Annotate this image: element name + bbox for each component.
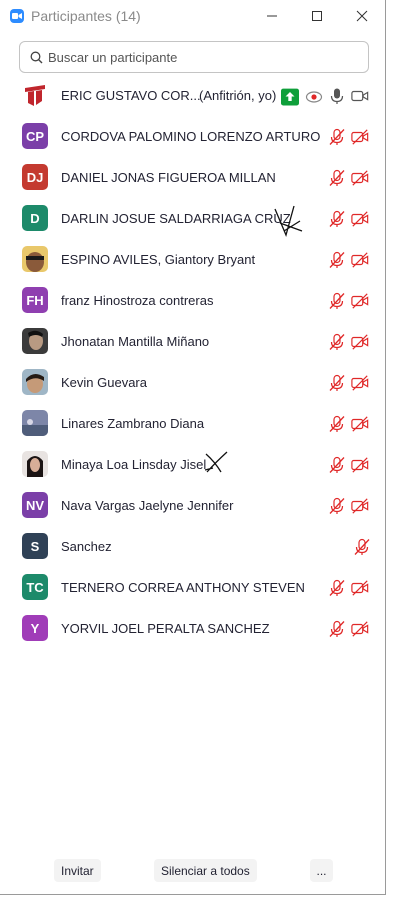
video-off-icon[interactable]	[351, 169, 369, 187]
close-icon	[356, 10, 368, 22]
participant-name: DANIEL JONAS FIGUEROA MILLAN	[61, 170, 276, 185]
handwritten-x-mark	[204, 451, 228, 473]
participant-row-host[interactable]: ERIC GUSTAVO COR... (Anfitrión, yo)	[0, 75, 385, 116]
participants-window: Participantes (14) Buscar un participant…	[0, 0, 386, 895]
avatar: NV	[22, 492, 48, 518]
invite-button[interactable]: Invitar	[54, 859, 101, 882]
mute-all-button[interactable]: Silenciar a todos	[154, 859, 257, 882]
participant-row[interactable]: D DARLIN JOSUE SALDARRIAGA CRUZ	[0, 198, 385, 239]
zoom-logo-icon	[10, 9, 24, 23]
host-role-label: (Anfitrión, yo)	[199, 88, 277, 103]
profile-photo-avatar	[22, 451, 48, 477]
participant-list: ERIC GUSTAVO COR... (Anfitrión, yo) CP C…	[0, 75, 385, 649]
participant-name: ESPINO AVILES, Giantory Bryant	[61, 252, 256, 267]
muted-microphone-icon[interactable]	[328, 251, 346, 269]
participant-row[interactable]: Minaya Loa Linsday Jisel	[0, 444, 385, 485]
microphone-icon[interactable]	[328, 87, 346, 105]
participant-name: Linares Zambrano Diana	[61, 416, 205, 431]
video-off-icon[interactable]	[351, 579, 369, 597]
more-options-button[interactable]: ...	[310, 859, 333, 882]
avatar: D	[22, 205, 48, 231]
video-off-icon[interactable]	[351, 251, 369, 269]
video-off-icon[interactable]	[351, 456, 369, 474]
video-off-icon[interactable]	[351, 128, 369, 146]
search-input[interactable]	[48, 48, 358, 66]
maximize-icon	[312, 11, 322, 21]
muted-microphone-icon[interactable]	[328, 169, 346, 187]
participant-row[interactable]: Y YORVIL JOEL PERALTA SANCHEZ	[0, 608, 385, 649]
muted-microphone-icon[interactable]	[328, 374, 346, 392]
muted-microphone-icon[interactable]	[328, 210, 346, 228]
muted-microphone-icon[interactable]	[328, 415, 346, 433]
participant-name: franz Hinostroza contreras	[61, 293, 214, 308]
title-bar: Participantes (14)	[0, 0, 385, 32]
participant-row[interactable]: TC TERNERO CORREA ANTHONY STEVEN	[0, 567, 385, 608]
minimize-button[interactable]	[249, 0, 295, 32]
muted-microphone-icon[interactable]	[353, 538, 371, 556]
participant-row[interactable]: DJ DANIEL JONAS FIGUEROA MILLAN	[0, 157, 385, 198]
search-icon	[30, 51, 43, 64]
participant-name: Sanchez	[61, 539, 112, 554]
video-off-icon[interactable]	[351, 497, 369, 515]
university-logo-avatar	[22, 82, 48, 108]
participant-name: Minaya Loa Linsday Jisel	[61, 457, 207, 472]
profile-photo-avatar	[22, 328, 48, 354]
muted-microphone-icon[interactable]	[328, 333, 346, 351]
avatar: CP	[22, 123, 48, 149]
record-icon[interactable]	[305, 87, 323, 105]
minimize-icon	[267, 15, 277, 17]
muted-microphone-icon[interactable]	[328, 128, 346, 146]
avatar: DJ	[22, 164, 48, 190]
muted-microphone-icon[interactable]	[328, 579, 346, 597]
avatar: FH	[22, 287, 48, 313]
profile-photo-avatar	[22, 410, 48, 436]
participant-row[interactable]: S Sanchez	[0, 526, 385, 567]
window-title: Participantes (14)	[31, 8, 141, 24]
participant-name: CORDOVA PALOMINO LORENZO ARTURO	[61, 129, 321, 144]
participant-name: Kevin Guevara	[61, 375, 147, 390]
participant-name: Jhonatan Mantilla Miñano	[61, 334, 210, 349]
participant-name: DARLIN JOSUE SALDARRIAGA CRUZ	[61, 211, 291, 226]
video-off-icon[interactable]	[351, 292, 369, 310]
participant-row[interactable]: CP CORDOVA PALOMINO LORENZO ARTURO	[0, 116, 385, 157]
maximize-button[interactable]	[294, 0, 340, 32]
video-off-icon[interactable]	[351, 415, 369, 433]
avatar: Y	[22, 615, 48, 641]
participant-row[interactable]: Kevin Guevara	[0, 362, 385, 403]
participant-row[interactable]: NV Nava Vargas Jaelyne Jennifer	[0, 485, 385, 526]
profile-photo-avatar	[22, 246, 48, 272]
share-screen-icon[interactable]	[281, 88, 299, 106]
participant-row[interactable]: Jhonatan Mantilla Miñano	[0, 321, 385, 362]
muted-microphone-icon[interactable]	[328, 292, 346, 310]
video-off-icon[interactable]	[351, 210, 369, 228]
participant-row[interactable]: FH franz Hinostroza contreras	[0, 280, 385, 321]
video-off-icon[interactable]	[351, 620, 369, 638]
video-off-icon[interactable]	[351, 333, 369, 351]
participant-name: TERNERO CORREA ANTHONY STEVEN	[61, 580, 305, 595]
avatar: S	[22, 533, 48, 559]
muted-microphone-icon[interactable]	[328, 456, 346, 474]
participant-row[interactable]: Linares Zambrano Diana	[0, 403, 385, 444]
participant-row[interactable]: ESPINO AVILES, Giantory Bryant	[0, 239, 385, 280]
participant-name: YORVIL JOEL PERALTA SANCHEZ	[61, 621, 270, 636]
muted-microphone-icon[interactable]	[328, 497, 346, 515]
close-button[interactable]	[339, 0, 385, 32]
participant-name: ERIC GUSTAVO COR...	[61, 88, 201, 103]
avatar: TC	[22, 574, 48, 600]
muted-microphone-icon[interactable]	[328, 620, 346, 638]
video-off-icon[interactable]	[351, 374, 369, 392]
search-box[interactable]	[19, 41, 369, 73]
participant-name: Nava Vargas Jaelyne Jennifer	[61, 498, 234, 513]
video-camera-icon[interactable]	[351, 87, 369, 105]
profile-photo-avatar	[22, 369, 48, 395]
